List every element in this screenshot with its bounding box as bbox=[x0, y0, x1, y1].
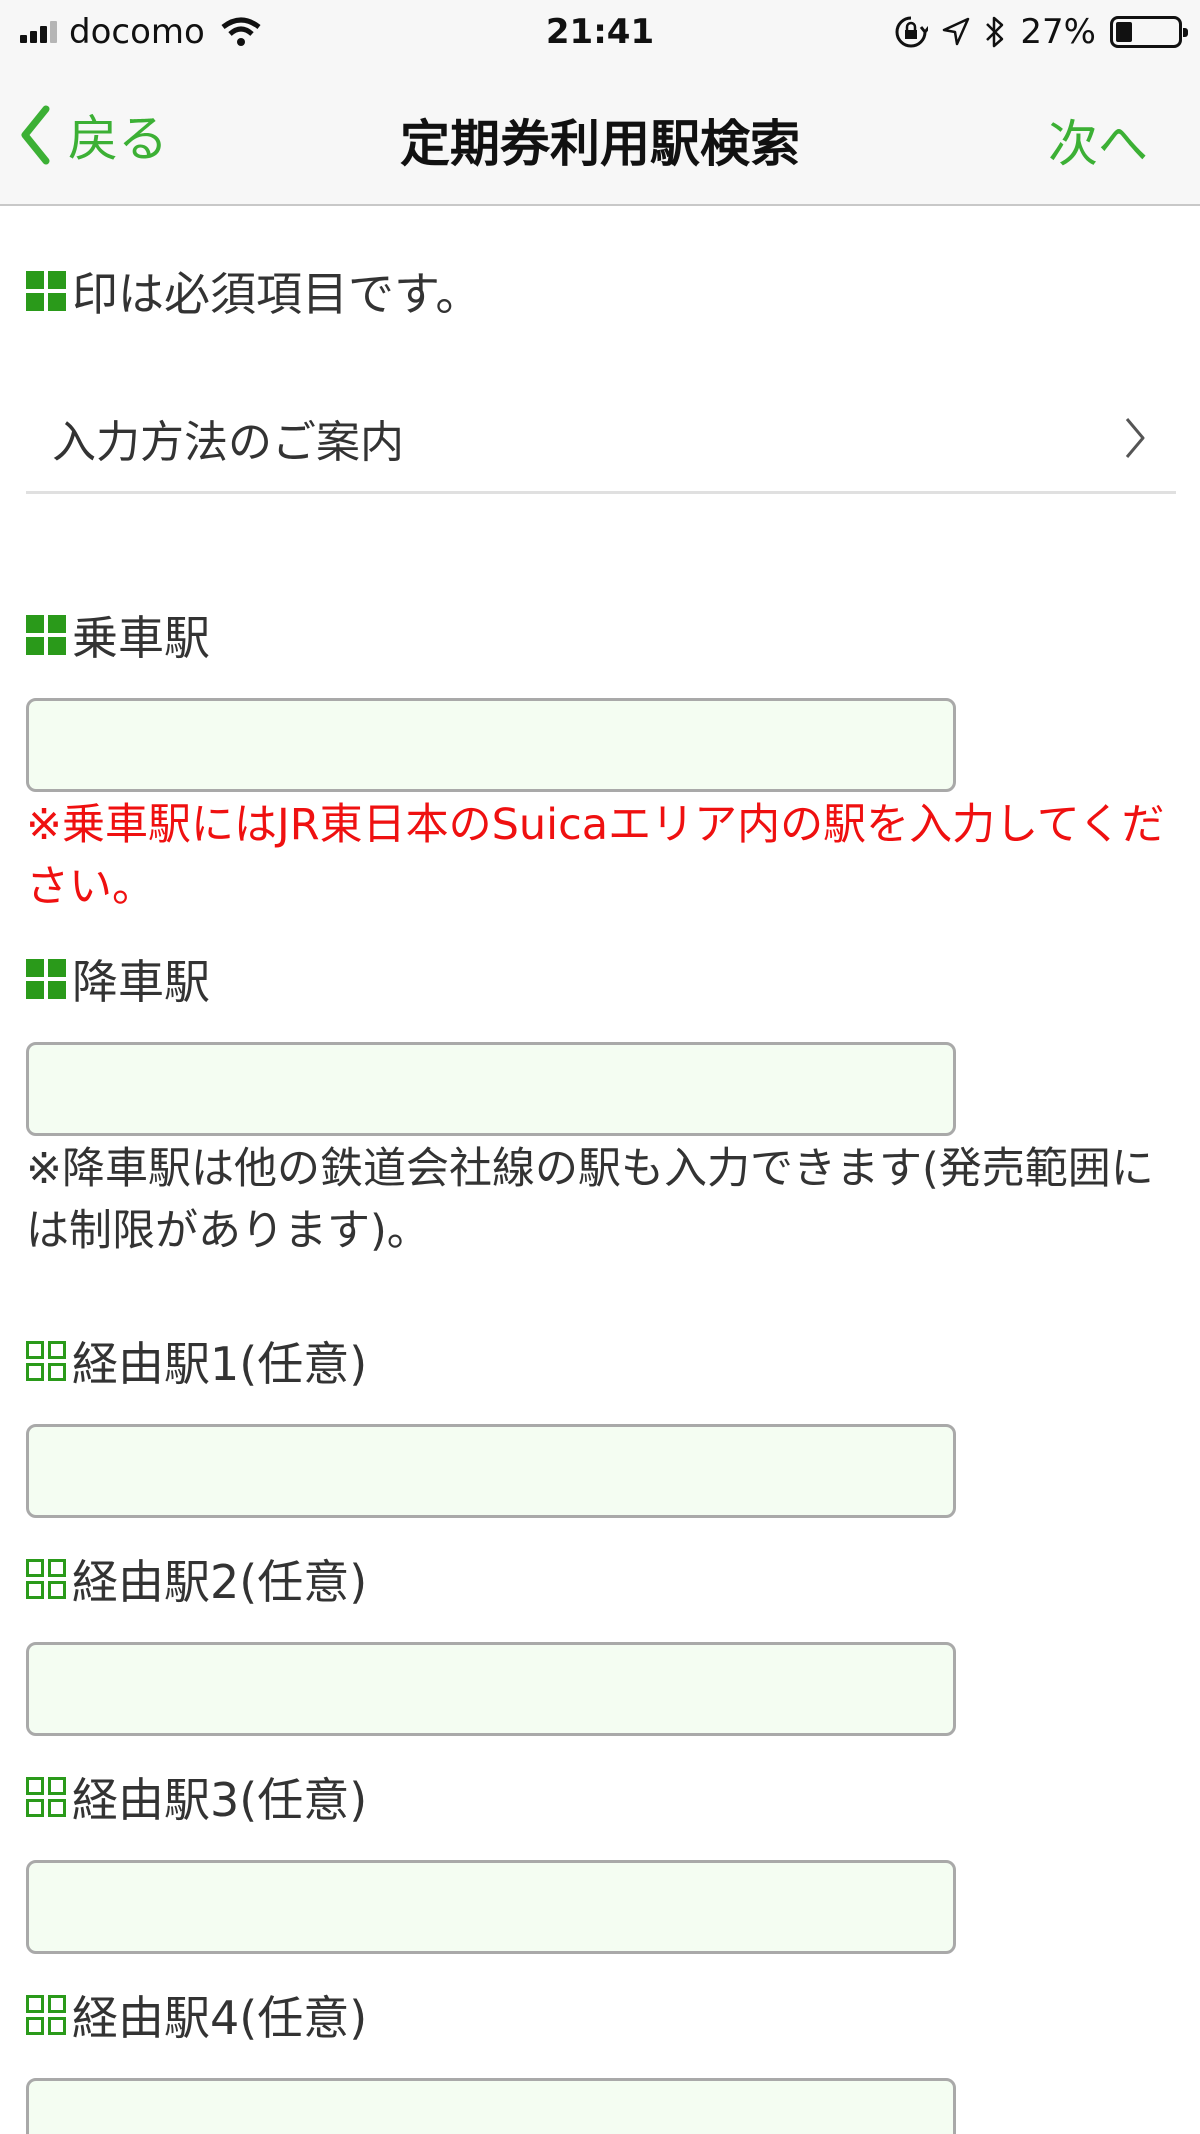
orientation-lock-icon bbox=[895, 16, 929, 48]
required-note-row: 印は必須項目です。 bbox=[26, 258, 481, 324]
input-guide-link[interactable]: 入力方法のご案内 bbox=[26, 384, 1176, 494]
optional-mark-icon bbox=[26, 1341, 66, 1381]
via-station-4-label-row: 経由駅4(任意) bbox=[26, 1982, 367, 2048]
chevron-right-icon bbox=[1125, 417, 1145, 458]
optional-mark-icon bbox=[26, 1777, 66, 1817]
battery-icon bbox=[1110, 16, 1188, 48]
alighting-station-note: ※降車駅は他の鉄道会社線の駅も入力できます(発売範囲には制限があります)。 bbox=[26, 1144, 1154, 1256]
via-station-1-input[interactable] bbox=[26, 1424, 956, 1518]
required-mark-icon bbox=[26, 271, 66, 311]
via-station-3-input[interactable] bbox=[26, 1860, 956, 1954]
via-station-1-label: 経由駅1(任意) bbox=[72, 1337, 368, 1391]
navigation-bar: 戻る 定期券利用駅検索 次へ bbox=[0, 64, 1200, 206]
required-note: 印は必須項目です。 bbox=[72, 267, 482, 321]
via-station-1-label-row: 経由駅1(任意) bbox=[26, 1328, 367, 1394]
form-content: 印は必須項目です。 入力方法のご案内 乗車駅 ※乗車駅にはJR東日本のSuica… bbox=[0, 208, 1200, 2134]
alighting-station-input[interactable] bbox=[26, 1042, 956, 1136]
required-mark-icon bbox=[26, 959, 66, 999]
via-station-4-input[interactable] bbox=[26, 2078, 956, 2134]
alighting-station-label: 降車駅 bbox=[72, 955, 210, 1009]
via-station-3-label-row: 経由駅3(任意) bbox=[26, 1764, 367, 1830]
via-station-2-label-row: 経由駅2(任意) bbox=[26, 1546, 367, 1612]
via-station-2-label: 経由駅2(任意) bbox=[72, 1555, 368, 1609]
alighting-label-row: 降車駅 bbox=[26, 946, 210, 1012]
status-right: 27% bbox=[894, 12, 1188, 52]
optional-mark-icon bbox=[26, 1995, 66, 2035]
status-bar: docomo 21:41 27% bbox=[0, 0, 1200, 64]
page-title: 定期券利用駅検索 bbox=[400, 115, 800, 173]
via-station-3-label: 経由駅3(任意) bbox=[72, 1773, 368, 1827]
input-guide-label: 入力方法のご案内 bbox=[52, 416, 404, 468]
optional-mark-icon bbox=[26, 1559, 66, 1599]
via-station-4-label: 経由駅4(任意) bbox=[72, 1991, 368, 2045]
boarding-label-row: 乗車駅 bbox=[26, 602, 210, 668]
bluetooth-icon bbox=[986, 16, 1004, 48]
via-station-2-input[interactable] bbox=[26, 1642, 956, 1736]
required-mark-icon bbox=[26, 615, 66, 655]
boarding-station-label: 乗車駅 bbox=[72, 611, 210, 665]
next-button[interactable]: 次へ bbox=[1048, 104, 1148, 176]
boarding-station-note: ※乗車駅にはJR東日本のSuicaエリア内の駅を入力してください。 bbox=[26, 800, 1165, 912]
battery-percentage: 27% bbox=[1020, 12, 1096, 52]
boarding-station-input[interactable] bbox=[26, 698, 956, 792]
location-icon bbox=[943, 17, 970, 46]
